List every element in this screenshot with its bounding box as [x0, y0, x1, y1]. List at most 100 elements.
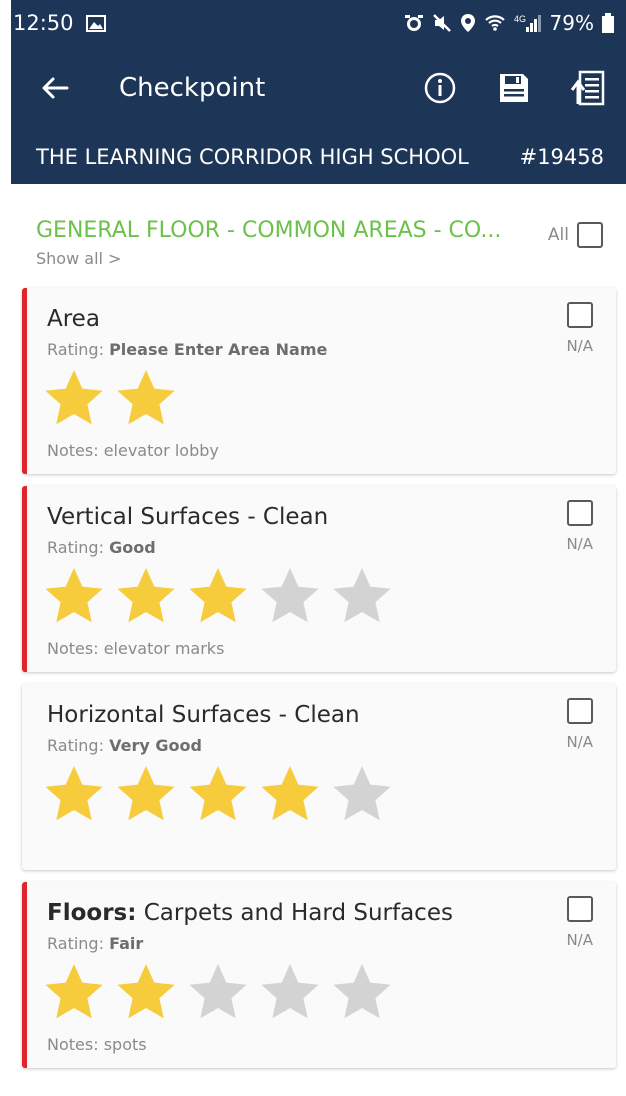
na-label: N/A — [566, 535, 593, 553]
na-checkbox[interactable] — [566, 500, 593, 526]
rating-label: Rating: — [47, 934, 104, 953]
rating-line: Rating: Please Enter Area Name — [47, 340, 592, 359]
rating-star-5[interactable] — [330, 565, 394, 629]
na-toggle: N/A — [566, 698, 593, 751]
rating-star-4[interactable] — [258, 565, 322, 629]
rating-line: Rating: Good — [47, 538, 592, 557]
app-bar: Checkpoint — [11, 46, 626, 130]
na-toggle: N/A — [566, 896, 593, 949]
star-icon — [117, 964, 175, 1019]
school-number: #19458 — [519, 145, 604, 169]
rating-star-2[interactable] — [114, 565, 178, 629]
star-rating[interactable] — [42, 565, 592, 629]
rating-star-2[interactable] — [114, 367, 178, 431]
rating-value: Very Good — [109, 736, 202, 755]
rating-label: Rating: — [47, 340, 104, 359]
notes-value: elevator marks — [103, 639, 225, 658]
rating-star-4[interactable] — [258, 763, 322, 827]
status-time: 12:50 — [13, 11, 74, 35]
save-button[interactable] — [494, 68, 534, 108]
back-button[interactable] — [35, 68, 75, 108]
checklist-card[interactable]: Area Rating: Please Enter Area Name Notes:… — [22, 288, 616, 474]
notes-label: Notes: — [47, 1035, 99, 1054]
na-checkbox[interactable] — [566, 896, 593, 922]
alarm-icon — [404, 13, 424, 33]
rating-star-3[interactable] — [186, 961, 250, 1025]
star-icon — [45, 766, 103, 821]
rating-value: Good — [109, 538, 156, 557]
star-icon — [333, 766, 391, 821]
select-all: All — [548, 222, 603, 248]
card-title: Horizontal Surfaces - Clean — [47, 702, 592, 728]
star-rating[interactable] — [42, 367, 592, 431]
rating-star-5[interactable] — [330, 763, 394, 827]
battery-icon — [602, 13, 614, 33]
checklist-card[interactable]: Horizontal Surfaces - Clean Rating: Very … — [22, 684, 616, 870]
checklist-card[interactable]: Floors: Carpets and Hard Surfaces Rating:… — [22, 882, 616, 1068]
star-icon — [261, 568, 319, 623]
notes-value: elevator lobby — [103, 441, 219, 460]
na-toggle: N/A — [566, 500, 593, 553]
card-title-text: Area — [47, 306, 100, 332]
section-header: GENERAL FLOOR - COMMON AREAS - CO... Sho… — [22, 184, 616, 288]
na-toggle: N/A — [566, 302, 593, 355]
show-all-link[interactable]: Show all > — [36, 249, 602, 268]
na-label: N/A — [566, 733, 593, 751]
star-icon — [45, 964, 103, 1019]
back-arrow-icon — [42, 77, 69, 99]
rating-star-4[interactable] — [258, 961, 322, 1025]
rating-star-1[interactable] — [42, 961, 106, 1025]
rating-star-3[interactable] — [186, 565, 250, 629]
na-checkbox[interactable] — [566, 698, 593, 724]
star-rating[interactable] — [42, 763, 592, 827]
status-bar: 12:50 4G 79% — [11, 0, 626, 46]
card-notes: Notes: elevator lobby — [47, 441, 592, 474]
card-notes — [47, 837, 592, 870]
school-name: THE LEARNING CORRIDOR HIGH SCHOOL — [36, 145, 469, 169]
info-button[interactable] — [420, 68, 460, 108]
star-rating[interactable] — [42, 961, 592, 1025]
mute-icon — [432, 13, 452, 33]
card-notes: Notes: spots — [47, 1035, 592, 1068]
star-icon — [117, 568, 175, 623]
notes-label: Notes: — [47, 441, 99, 460]
location-icon — [460, 13, 476, 33]
page-title: Checkpoint — [119, 73, 266, 103]
all-checkbox[interactable] — [577, 222, 603, 248]
star-icon — [261, 964, 319, 1019]
star-icon — [333, 568, 391, 623]
na-checkbox[interactable] — [566, 302, 593, 328]
section-title[interactable]: GENERAL FLOOR - COMMON AREAS - CO... — [36, 218, 506, 243]
card-title: Area — [47, 306, 592, 332]
rating-star-3[interactable] — [186, 763, 250, 827]
rating-value: Fair — [109, 934, 144, 953]
info-icon — [424, 72, 456, 104]
rating-line: Rating: Fair — [47, 934, 592, 953]
school-bar: THE LEARNING CORRIDOR HIGH SCHOOL #19458 — [11, 130, 626, 184]
rating-label: Rating: — [47, 538, 104, 557]
checklist: Area Rating: Please Enter Area Name Notes:… — [22, 288, 616, 1068]
na-label: N/A — [566, 337, 593, 355]
lte-icon: 4G — [514, 13, 542, 33]
rating-line: Rating: Very Good — [47, 736, 592, 755]
rating-star-2[interactable] — [114, 763, 178, 827]
checklist-card[interactable]: Vertical Surfaces - Clean Rating: Good Not… — [22, 486, 616, 672]
star-icon — [189, 766, 247, 821]
checkpoint-content: GENERAL FLOOR - COMMON AREAS - CO... Sho… — [11, 184, 626, 1068]
star-icon — [261, 766, 319, 821]
rating-star-2[interactable] — [114, 961, 178, 1025]
star-icon — [189, 964, 247, 1019]
card-title-category: Floors: — [47, 900, 137, 926]
gallery-icon — [85, 14, 106, 32]
rating-star-5[interactable] — [330, 961, 394, 1025]
notes-label: Notes: — [47, 639, 99, 658]
svg-text:4G: 4G — [514, 14, 526, 24]
submit-button[interactable] — [568, 68, 608, 108]
rating-star-1[interactable] — [42, 763, 106, 827]
all-label: All — [547, 225, 569, 245]
rating-star-1[interactable] — [42, 565, 106, 629]
rating-star-1[interactable] — [42, 367, 106, 431]
card-title-text: Vertical Surfaces - Clean — [47, 504, 329, 530]
star-icon — [117, 370, 175, 425]
star-icon — [45, 568, 103, 623]
